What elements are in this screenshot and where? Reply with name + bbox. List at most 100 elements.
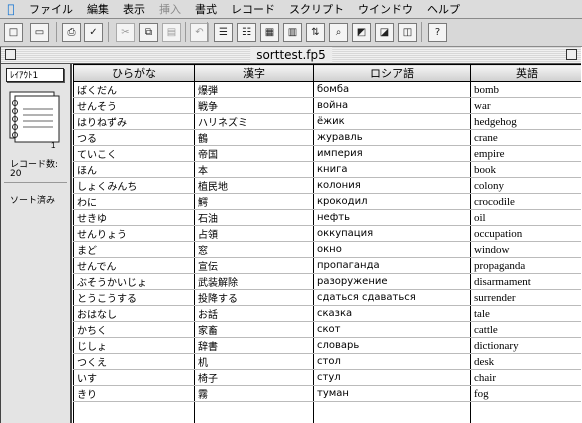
table-row[interactable]: わに鰐 крокодил crocodile <box>73 193 581 210</box>
table-cell[interactable]: скот <box>313 321 471 338</box>
table-cell[interactable]: つる <box>73 129 195 146</box>
new-document-button[interactable]: □ <box>4 23 23 42</box>
show-all-button[interactable]: ⌕ <box>329 23 348 42</box>
table-cell[interactable]: словарь <box>313 337 471 354</box>
table-row[interactable]: せんりょう 占領 оккупация occupation <box>73 225 581 242</box>
table-cell[interactable]: fog <box>470 385 581 402</box>
table-cell[interactable]: はりねずみ <box>73 113 195 130</box>
menu-item-7[interactable]: ウインドウ <box>351 1 420 17</box>
table-cell[interactable]: война <box>313 97 471 114</box>
table-cell[interactable]: じしょ <box>73 337 195 354</box>
table-cell[interactable]: せきゆ <box>73 209 195 226</box>
replace-button[interactable]: ◪ <box>375 23 394 42</box>
table-cell[interactable]: ばくだん <box>73 81 195 98</box>
table-cell[interactable]: империя <box>313 145 471 162</box>
table-cell[interactable]: empire <box>470 145 581 162</box>
table-cell[interactable]: desk <box>470 353 581 370</box>
table-cell[interactable]: おはなし <box>73 305 195 322</box>
open-button[interactable]: ▭ <box>30 23 49 42</box>
layout-popup-menu[interactable]: ﾚｲｱｳﾄ1 <box>6 68 64 82</box>
paste-button[interactable]: ▤ <box>162 23 181 42</box>
window-title-bar[interactable]: sorttest.fp5 <box>1 47 581 64</box>
table-cell[interactable]: お話 <box>194 305 314 322</box>
table-cell[interactable]: せんでん <box>73 257 195 274</box>
table-cell[interactable]: сказка <box>313 305 471 322</box>
table-row[interactable]: いす 椅子 стул chair <box>73 369 581 386</box>
table-row[interactable]: かちく 家畜 скот cattle <box>73 321 581 338</box>
table-cell[interactable]: crane <box>470 129 581 146</box>
table-cell[interactable]: いす <box>73 369 195 386</box>
column-header[interactable]: ロシア語 <box>313 64 471 82</box>
table-cell[interactable]: しょくみんち <box>73 177 195 194</box>
table-cell[interactable]: かちく <box>73 321 195 338</box>
table-cell[interactable]: 戦争 <box>194 97 314 114</box>
table-cell[interactable]: окно <box>313 241 471 258</box>
table-cell[interactable]: стол <box>313 353 471 370</box>
table-row[interactable]: とうこうする 投降する сдаться сдаваться surrender <box>73 289 581 306</box>
table-cell[interactable]: 辞書 <box>194 337 314 354</box>
table-row[interactable]: つくえ机 стол desk <box>73 353 581 370</box>
table-cell[interactable]: колония <box>313 177 471 194</box>
menu-item-4[interactable]: 書式 <box>188 1 224 17</box>
table-cell[interactable]: chair <box>470 369 581 386</box>
table-cell[interactable]: 宣伝 <box>194 257 314 274</box>
help-button[interactable]: ? <box>428 23 447 42</box>
table-row[interactable]: せんでん 宣伝 пропаганда propaganda <box>73 257 581 274</box>
table-cell[interactable]: ぶそうかいじょ <box>73 273 195 290</box>
table-row[interactable]: まど窓 окно window <box>73 241 581 258</box>
table-row[interactable]: きり霧 туман fog <box>73 385 581 402</box>
table-row[interactable]: ていこく 帝国 империя empire <box>73 145 581 162</box>
table-cell[interactable]: dictionary <box>470 337 581 354</box>
table-cell[interactable]: book <box>470 161 581 178</box>
table-row[interactable]: はりねずみ ハリネズミ ёжик hedgehog <box>73 113 581 130</box>
table-cell[interactable]: сдаться сдаваться <box>313 289 471 306</box>
print-button[interactable]: ⎙ <box>62 23 81 42</box>
table-cell[interactable]: 植民地 <box>194 177 314 194</box>
menu-item-3[interactable]: 挿入 <box>152 1 188 17</box>
table-cell[interactable]: 石油 <box>194 209 314 226</box>
browse-mode-button[interactable]: ☰ <box>214 23 233 42</box>
table-cell[interactable]: crocodile <box>470 193 581 210</box>
table-cell[interactable]: ハリネズミ <box>194 113 314 130</box>
table-cell[interactable]: 霧 <box>194 385 314 402</box>
table-row[interactable]: せきゆ 石油 нефть oil <box>73 209 581 226</box>
table-cell[interactable]: まど <box>73 241 195 258</box>
table-cell[interactable]: разоружение <box>313 273 471 290</box>
table-row[interactable]: つる鶴 журавль crane <box>73 129 581 146</box>
find-mode-button[interactable]: ☷ <box>237 23 256 42</box>
apple-menu-icon[interactable]:  <box>0 2 22 16</box>
menu-item-6[interactable]: スクリプト <box>282 1 351 17</box>
table-cell[interactable]: нефть <box>313 209 471 226</box>
table-cell[interactable]: пропаганда <box>313 257 471 274</box>
table-cell[interactable]: 家畜 <box>194 321 314 338</box>
table-cell[interactable]: книга <box>313 161 471 178</box>
table-cell[interactable]: крокодил <box>313 193 471 210</box>
table-cell[interactable]: window <box>470 241 581 258</box>
preview-mode-button[interactable]: ▥ <box>283 23 302 42</box>
table-cell[interactable]: propaganda <box>470 257 581 274</box>
sort-button[interactable]: ⇅ <box>306 23 325 42</box>
table-cell[interactable]: せんりょう <box>73 225 195 242</box>
table-row[interactable]: しょくみんち 植民地 колония colony <box>73 177 581 194</box>
table-cell[interactable]: 本 <box>194 161 314 178</box>
table-cell[interactable]: 占領 <box>194 225 314 242</box>
menu-item-8[interactable]: ヘルプ <box>420 1 467 17</box>
table-cell[interactable]: きり <box>73 385 195 402</box>
table-row[interactable]: せんそう 戦争 война war <box>73 97 581 114</box>
table-cell[interactable]: bomb <box>470 81 581 98</box>
table-cell[interactable]: occupation <box>470 225 581 242</box>
table-cell[interactable]: disarmament <box>470 273 581 290</box>
book-icon[interactable]: 1 <box>7 89 63 149</box>
table-row[interactable]: じしょ 辞書 словарь dictionary <box>73 337 581 354</box>
spellcheck-button[interactable]: ✓ <box>84 23 103 42</box>
table-cell[interactable]: surrender <box>470 289 581 306</box>
table-row[interactable]: ばくだん 爆弾 бомба bomb <box>73 81 581 98</box>
table-cell[interactable]: せんそう <box>73 97 195 114</box>
table-cell[interactable]: cattle <box>470 321 581 338</box>
table-cell[interactable]: 帝国 <box>194 145 314 162</box>
close-box[interactable] <box>5 49 16 60</box>
cut-button[interactable]: ✂ <box>116 23 135 42</box>
table-cell[interactable]: hedgehog <box>470 113 581 130</box>
column-header[interactable]: 英語 <box>470 64 581 82</box>
table-cell[interactable]: туман <box>313 385 471 402</box>
